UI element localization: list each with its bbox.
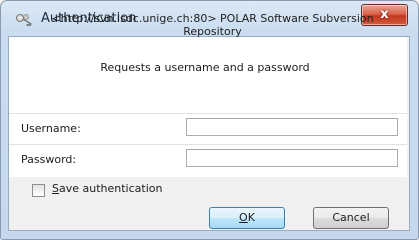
save-authentication-text: ave authentication — [58, 182, 163, 195]
request-message: Requests a username and a password — [100, 61, 310, 74]
keys-icon — [16, 14, 32, 27]
ok-button[interactable]: OK — [209, 207, 285, 229]
cancel-button[interactable]: Cancel — [313, 207, 389, 229]
save-authentication-accelerator: S — [52, 182, 59, 195]
save-authentication-checkbox[interactable] — [32, 184, 45, 197]
row-divider — [9, 113, 407, 114]
server-message: <http://svn.isdc.unige.ch:80> POLAR Soft… — [51, 12, 374, 38]
ok-accelerator: O — [239, 211, 248, 224]
ok-text: K — [247, 211, 255, 224]
username-label: Username: — [21, 122, 81, 135]
username-field[interactable] — [186, 118, 398, 136]
row-divider — [9, 144, 407, 145]
password-label: Password: — [21, 153, 77, 166]
password-field[interactable] — [186, 149, 398, 167]
save-authentication-label[interactable]: Save authentication — [52, 182, 162, 195]
